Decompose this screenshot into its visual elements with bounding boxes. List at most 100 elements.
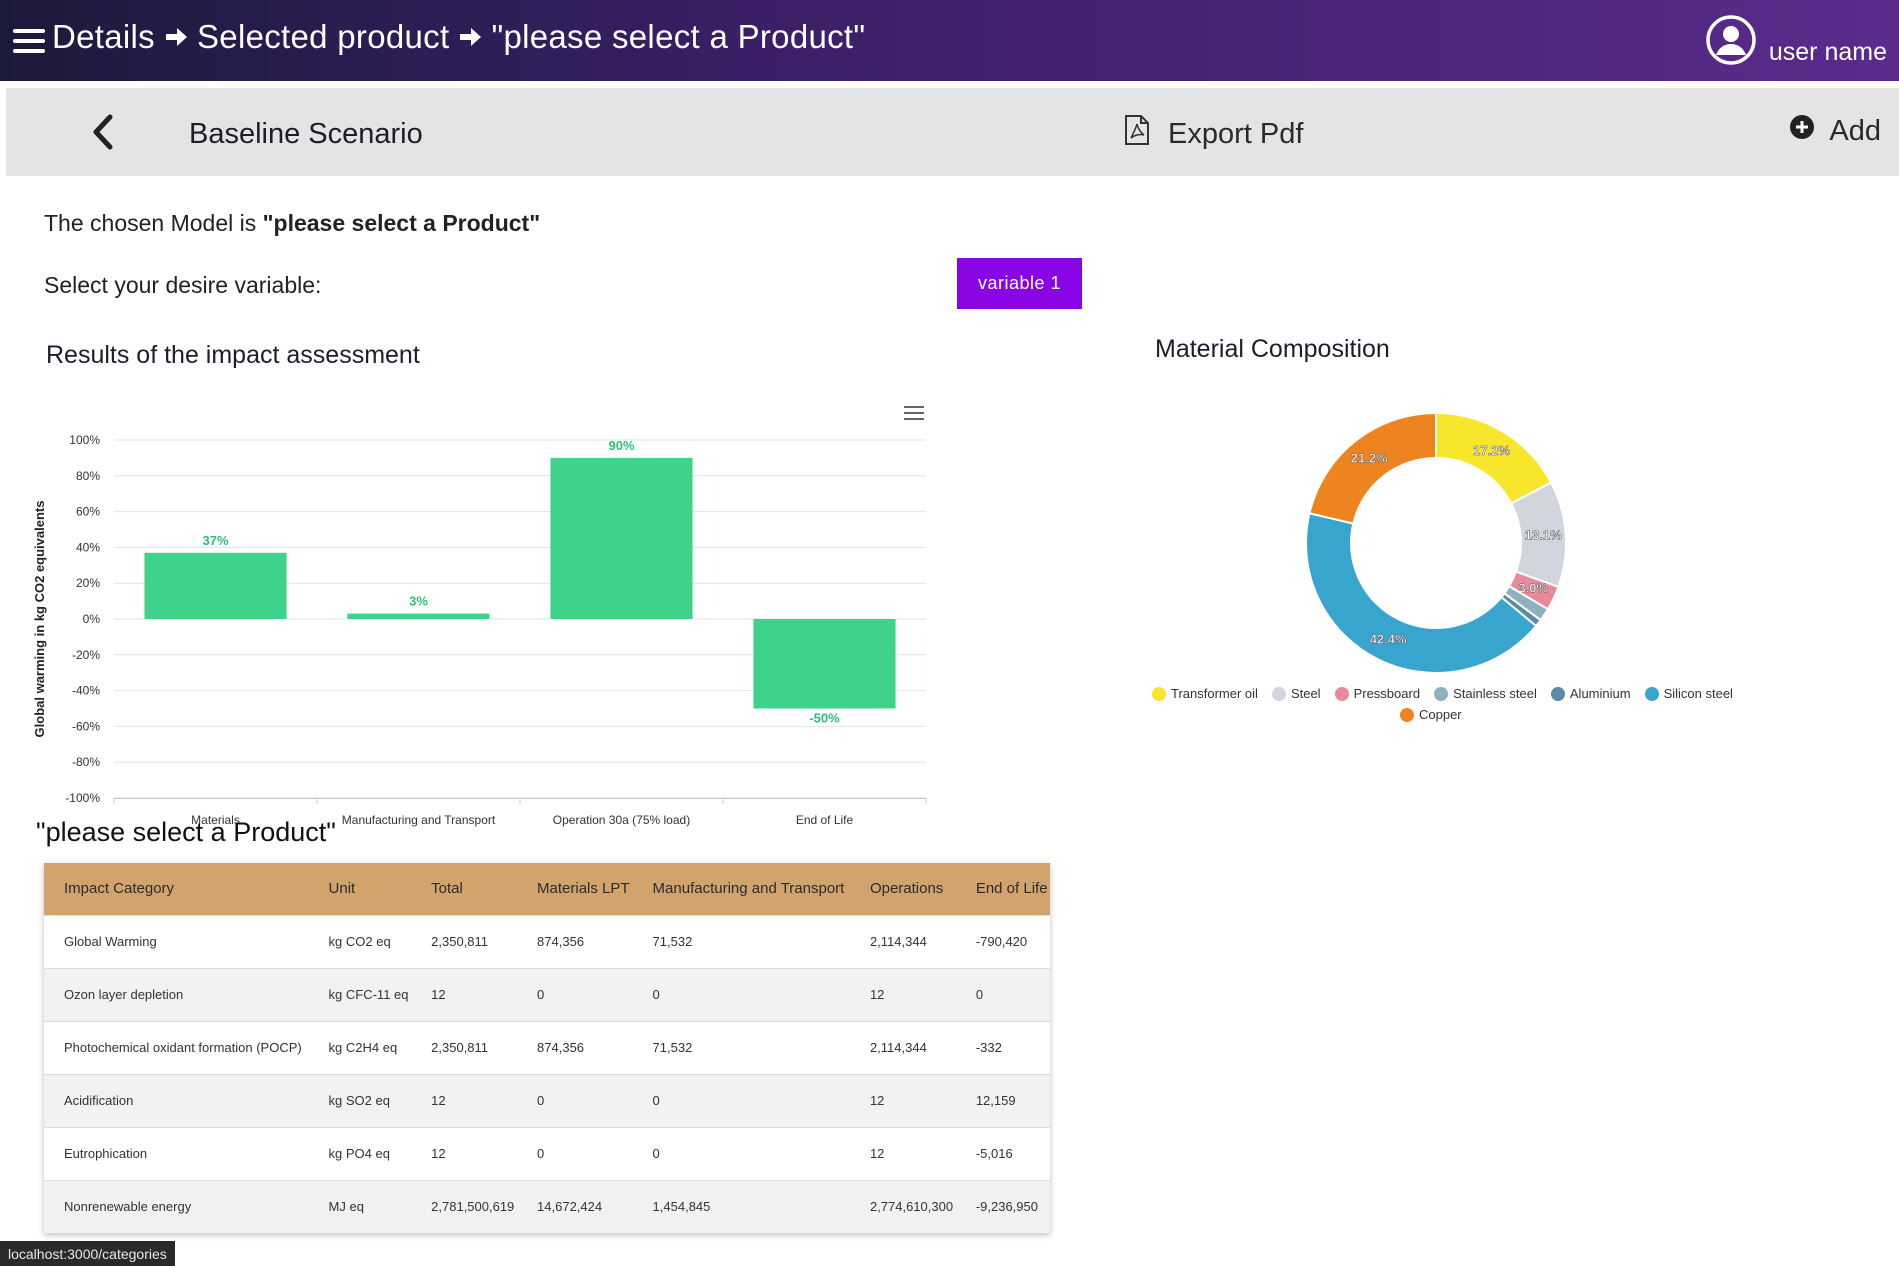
legend-label: Pressboard bbox=[1353, 686, 1421, 701]
variable-select-label: Select your desire variable: bbox=[44, 272, 322, 298]
table-cell: 2,114,344 bbox=[849, 914, 956, 968]
breadcrumb-product: "please select a Product" bbox=[491, 18, 866, 55]
x-category-label: Manufacturing and Transport bbox=[342, 813, 496, 827]
user-menu[interactable]: user name bbox=[1705, 14, 1887, 71]
plus-circle-icon bbox=[1789, 114, 1815, 148]
y-tick-label: 20% bbox=[76, 576, 100, 590]
y-tick-label: -100% bbox=[65, 791, 100, 805]
legend-color-marker bbox=[1550, 686, 1565, 701]
y-tick-label: 0% bbox=[83, 612, 101, 626]
bar-data-label: 3% bbox=[409, 594, 428, 609]
chosen-model-text: The chosen Model is "please select a Pro… bbox=[44, 210, 540, 237]
table-cell: 12,159 bbox=[955, 1073, 1050, 1127]
export-pdf-button[interactable]: Export Pdf bbox=[1124, 114, 1303, 154]
table-cell: 14,672,424 bbox=[517, 1179, 633, 1233]
y-tick-label: 100% bbox=[69, 433, 100, 447]
table-row: Global Warming kg CO2 eq 2,350,811 874,356 7… bbox=[44, 914, 1050, 968]
breadcrumb-details[interactable]: Details bbox=[52, 18, 155, 56]
breadcrumb-selected-product[interactable]: Selected product bbox=[197, 18, 449, 56]
table-cell: 2,114,344 bbox=[849, 1020, 956, 1074]
column-header: Manufacturing and Transport bbox=[652, 880, 845, 898]
table-row: Photochemical oxidant formation (POCP) kg… bbox=[44, 1020, 1050, 1074]
slice-data-label: 17.2% bbox=[1473, 443, 1510, 458]
product-title: "please select a Product" bbox=[36, 817, 336, 847]
pdf-file-icon bbox=[1124, 114, 1150, 154]
table-cell: kg CO2 eq bbox=[308, 914, 412, 968]
bar bbox=[753, 619, 896, 709]
donut-slice bbox=[1305, 512, 1538, 674]
legend-label: Aluminium bbox=[1569, 686, 1631, 701]
donut-slice bbox=[1435, 411, 1553, 505]
bar-data-label: 90% bbox=[608, 438, 634, 453]
y-tick-label: -80% bbox=[72, 755, 100, 769]
table-cell: kg SO2 eq bbox=[308, 1073, 412, 1127]
table-cell: 71,532 bbox=[632, 914, 850, 968]
status-bar-url: localhost:3000/categories bbox=[0, 1241, 175, 1266]
y-tick-label: 60% bbox=[76, 505, 100, 519]
table-cell: 12 bbox=[849, 1073, 956, 1127]
table-cell: -790,420 bbox=[955, 914, 1050, 968]
table-cell: Acidification bbox=[44, 1073, 309, 1127]
column-header: Impact Category bbox=[64, 880, 175, 898]
legend-label: Silicon steel bbox=[1663, 686, 1733, 701]
variable-button[interactable]: variable 1 bbox=[957, 258, 1082, 309]
main-content: Baseline Scenario Export Pdf Add The cho… bbox=[6, 88, 1899, 1266]
column-header: End of Life bbox=[975, 880, 1048, 898]
legend-item[interactable]: Stainless steel bbox=[1434, 686, 1537, 701]
table-cell: Ozon layer depletion bbox=[44, 967, 309, 1021]
arrow-right-icon bbox=[163, 24, 189, 50]
table-cell: 2,781,500,619 bbox=[411, 1179, 518, 1233]
table-cell: Global Warming bbox=[44, 914, 309, 968]
x-category-label: End of Life bbox=[796, 813, 854, 827]
y-axis-label: Global warming in kg CO2 equivalents bbox=[32, 501, 47, 738]
table-cell: 0 bbox=[517, 1073, 633, 1127]
user-name: user name bbox=[1768, 38, 1887, 66]
slice-data-label: 13.1% bbox=[1525, 528, 1562, 543]
table-row: Nonrenewable energy MJ eq 2,781,500,619 14,… bbox=[44, 1179, 1050, 1233]
scenario-toolbar: Baseline Scenario Export Pdf Add bbox=[6, 88, 1899, 176]
legend-color-marker bbox=[1334, 686, 1349, 701]
y-tick-label: -60% bbox=[72, 719, 100, 733]
back-chevron-icon[interactable] bbox=[84, 112, 124, 152]
table-cell: 1,454,845 bbox=[632, 1179, 850, 1233]
legend-row: Transformer oil Steel Pressboard Stainless … bbox=[1152, 686, 1752, 701]
y-tick-label: -20% bbox=[72, 648, 100, 662]
y-tick-label: -40% bbox=[72, 684, 100, 698]
table-cell: 12 bbox=[849, 1126, 956, 1180]
bar-data-label: 37% bbox=[202, 533, 228, 548]
table-cell: kg CFC-11 eq bbox=[308, 967, 412, 1021]
material-donut-chart: 17.2%13.1%3.0%42.4%21.2% bbox=[1305, 411, 1567, 674]
top-header: Details Selected product "please select … bbox=[0, 0, 1899, 81]
table-cell: 0 bbox=[632, 1073, 850, 1127]
table-cell: -5,016 bbox=[955, 1126, 1050, 1180]
table-cell: Nonrenewable energy bbox=[44, 1179, 309, 1233]
legend-color-marker bbox=[1434, 686, 1449, 701]
impact-table: Impact Category Unit Total Materials LPT Man… bbox=[44, 863, 1050, 1233]
column-header: Materials LPT bbox=[537, 880, 630, 898]
table-cell: 12 bbox=[411, 1073, 518, 1127]
table-cell: 2,350,811 bbox=[411, 914, 518, 968]
table-cell: Eutrophication bbox=[44, 1126, 309, 1180]
column-header: Total bbox=[431, 880, 463, 898]
add-button[interactable]: Add bbox=[1789, 114, 1881, 148]
bar-data-label: -50% bbox=[809, 711, 840, 726]
legend-item[interactable]: Steel bbox=[1271, 686, 1321, 701]
slice-data-label: 21.2% bbox=[1351, 451, 1388, 466]
export-pdf-label: Export Pdf bbox=[1168, 117, 1304, 150]
y-tick-label: 80% bbox=[76, 469, 100, 483]
bar bbox=[347, 613, 490, 619]
hamburger-menu-icon[interactable] bbox=[13, 29, 45, 55]
legend-item[interactable]: Silicon steel bbox=[1644, 686, 1733, 701]
bar bbox=[144, 552, 287, 619]
table-cell: 874,356 bbox=[517, 1020, 633, 1074]
column-header: Operations bbox=[869, 880, 944, 898]
legend-item[interactable]: Aluminium bbox=[1550, 686, 1631, 701]
legend-item[interactable]: Transformer oil bbox=[1152, 686, 1258, 701]
material-composition-title: Material Composition bbox=[1155, 335, 1390, 363]
add-label: Add bbox=[1829, 114, 1881, 147]
table-cell: 12 bbox=[849, 967, 956, 1021]
legend-item[interactable]: Copper bbox=[1400, 707, 1462, 722]
table-cell: Photochemical oxidant formation (POCP) bbox=[44, 1020, 309, 1074]
table-cell: 2,774,610,300 bbox=[849, 1179, 956, 1233]
legend-item[interactable]: Pressboard bbox=[1334, 686, 1421, 701]
